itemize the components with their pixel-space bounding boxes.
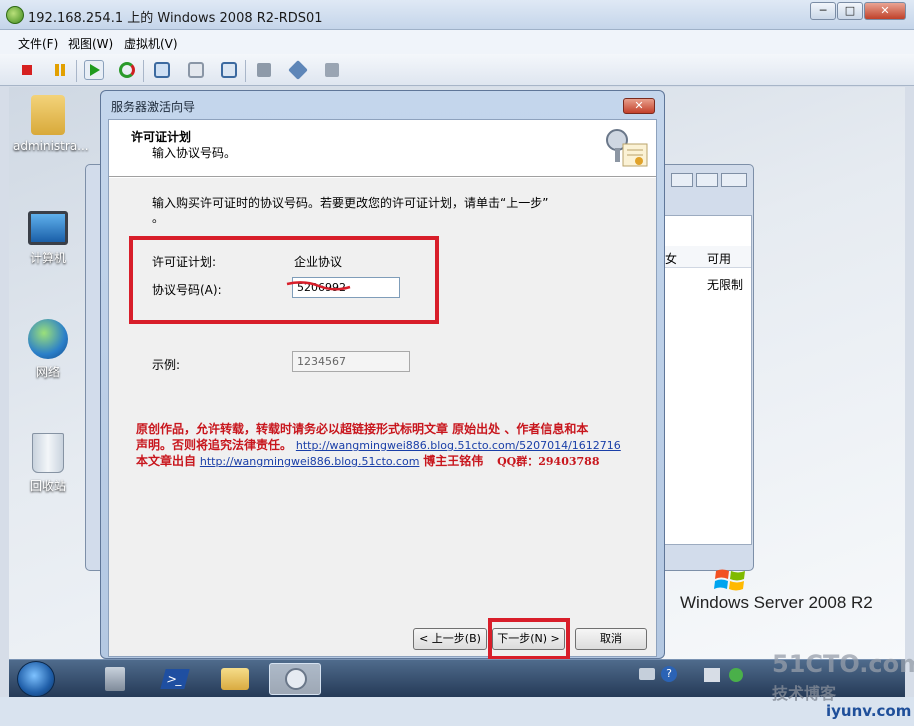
bg-window-caption-buttons <box>671 173 749 189</box>
maximize-button[interactable]: □ <box>837 2 863 20</box>
page-subtitle: 输入协议号码。 <box>152 146 237 160</box>
host-menu-bar: 文件(F) 视图(W) 虚拟机(V) <box>0 30 914 54</box>
server-manager-icon[interactable] <box>89 663 141 695</box>
license-plan-label: 许可证计划: <box>152 255 217 269</box>
user-folder-icon <box>31 95 65 135</box>
red-scribble-mark <box>286 281 351 291</box>
dialog-title: 服务器激活向导 <box>111 100 196 114</box>
desktop-icon-recycle-bin[interactable]: 回收站 <box>13 433 83 494</box>
network-icon[interactable] <box>288 60 308 80</box>
toolbar-separator <box>143 60 144 82</box>
license-plan-value: 企业协议 <box>294 255 343 269</box>
article-link[interactable]: http://wangmingwei886.blog.51cto.com/520… <box>296 439 621 452</box>
note-author: 博主王铭伟 <box>423 454 484 468</box>
intro-text-line2: 。 <box>152 211 165 225</box>
snapshot-manager-icon[interactable] <box>219 60 239 80</box>
desktop-icon-administrator[interactable]: administra... <box>13 95 89 153</box>
bg-cell-unlimited: 无限制 <box>707 278 744 292</box>
activation-wizard-icon[interactable] <box>269 663 321 695</box>
minimize-button[interactable]: ─ <box>810 2 836 20</box>
host-window-title: 192.168.254.1 上的 Windows 2008 R2-RDS01 <box>28 11 323 26</box>
page-title: 许可证计划 <box>131 130 192 144</box>
reset-icon[interactable] <box>117 60 137 80</box>
snapshot-icon[interactable] <box>152 60 172 80</box>
desktop-icon-label: 回收站 <box>29 479 66 493</box>
cancel-button[interactable]: 取消 <box>575 628 647 650</box>
menu-file[interactable]: 文件(F) <box>18 35 58 52</box>
menu-vm[interactable]: 虚拟机(V) <box>124 35 178 52</box>
computer-icon <box>28 211 68 245</box>
start-button[interactable] <box>17 661 55 697</box>
watermark-url: iyunv.com <box>826 702 912 720</box>
wizard-footer: < 上一步(B) 下一步(N) > 取消 <box>109 618 656 660</box>
note-text: 本文章出自 <box>136 454 197 468</box>
windows-flag-icon <box>714 569 745 591</box>
network-status-icon[interactable] <box>729 668 743 682</box>
copyright-note-line1: 原创作品，允许转载，转载时请务必以超链接形式标明文章 原始出处 、作者信息和本 <box>136 422 589 436</box>
next-highlight-box <box>488 618 570 660</box>
back-button[interactable]: < 上一步(B) <box>413 628 487 650</box>
certificate-key-icon <box>606 129 648 167</box>
note-qq: QQ群：29403788 <box>497 455 600 468</box>
activation-wizard-dialog: 服务器激活向导 ✕ 许可证计划 输入协议号码。 输入购买许可证时的协议号码。若要… <box>100 90 665 660</box>
vm-tools-icon[interactable] <box>704 668 720 682</box>
host-title-bar: 192.168.254.1 上的 Windows 2008 R2-RDS01 ─… <box>0 0 914 30</box>
site-watermark: 51CTO.com 技术博客 iyunv.com <box>770 650 914 726</box>
help-icon[interactable]: ? <box>661 666 677 682</box>
blog-link[interactable]: http://wangmingwei886.blog.51cto.com <box>200 455 420 468</box>
windows-server-logo: Windows Server 2008 R2 <box>680 593 873 612</box>
keyboard-icon[interactable] <box>639 668 655 680</box>
example-label: 示例: <box>152 358 181 372</box>
pause-icon[interactable] <box>50 60 70 80</box>
stop-icon[interactable] <box>17 60 37 80</box>
console-icon[interactable] <box>254 60 274 80</box>
wizard-body: 输入购买许可证时的协议号码。若要更改您的许可证计划，请单击“上一步” 。 许可证… <box>109 178 656 648</box>
snapshot-revert-icon[interactable] <box>186 60 206 80</box>
recycle-bin-icon <box>32 433 64 473</box>
powershell-icon[interactable]: >_ <box>149 663 201 695</box>
vsphere-logo-icon <box>6 6 24 24</box>
bg-window-list: 女 可用 无限制 <box>662 215 752 545</box>
desktop-icon-label: 网络 <box>35 365 60 379</box>
menu-view[interactable]: 视图(W) <box>68 35 113 52</box>
explorer-icon[interactable] <box>209 663 261 695</box>
agreement-number-label: 协议号码(A): <box>152 283 222 297</box>
toolbar-separator <box>245 60 246 82</box>
toolbar-separator <box>76 60 77 82</box>
wizard-header: 许可证计划 输入协议号码。 <box>109 120 656 177</box>
example-input: 1234567 <box>292 351 410 372</box>
desktop-icon-label: administra... <box>13 139 89 153</box>
watermark-subtitle: 技术博客 <box>772 684 837 703</box>
desktop-icon-label: 计算机 <box>29 251 66 265</box>
settings-icon[interactable] <box>322 60 342 80</box>
close-button[interactable]: ✕ <box>864 2 906 20</box>
host-toolbar <box>0 54 914 86</box>
intro-text-line1: 输入购买许可证时的协议号码。若要更改您的许可证计划，请单击“上一步” <box>152 196 549 210</box>
dialog-close-button[interactable]: ✕ <box>623 98 655 114</box>
bg-column-header-available: 可用 <box>707 252 732 266</box>
play-icon[interactable] <box>84 60 104 80</box>
desktop-icon-computer[interactable]: 计算机 <box>13 211 83 266</box>
desktop-icon-network[interactable]: 网络 <box>13 319 83 380</box>
note-text: 声明。否则将追究法律责任。 <box>136 438 293 452</box>
dialog-client-area: 许可证计划 输入协议号码。 输入购买许可证时的协议号码。若要更改您的许可证计划，… <box>108 119 657 660</box>
copyright-note-line3: 本文章出自 http://wangmingwei886.blog.51cto.c… <box>136 452 599 469</box>
bg-column-header-partial: 女 <box>665 252 678 266</box>
watermark-site: 51CTO.com <box>772 650 914 678</box>
network-globe-icon <box>28 319 68 359</box>
copyright-note-line2: 声明。否则将追究法律责任。 http://wangmingwei886.blog… <box>136 436 621 453</box>
